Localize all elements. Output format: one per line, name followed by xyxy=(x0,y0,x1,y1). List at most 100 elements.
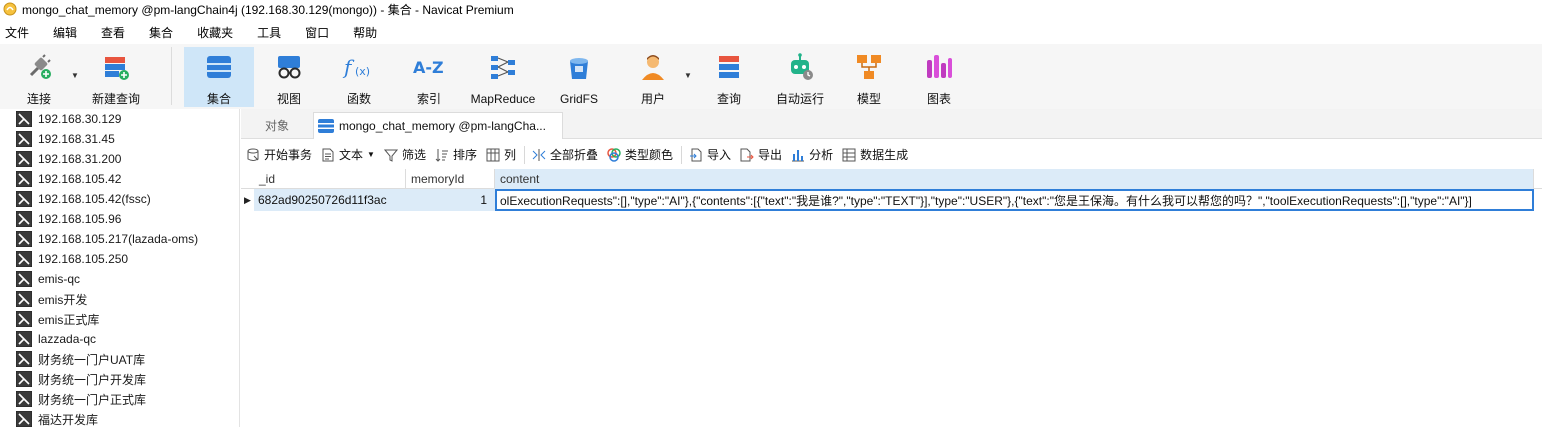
menu-tools[interactable]: 工具 xyxy=(252,24,293,41)
connection-item[interactable]: 192.168.105.217(lazada-oms) xyxy=(0,229,239,249)
sort-button[interactable]: 排序 xyxy=(434,146,477,163)
connection-item[interactable]: emis开发 xyxy=(0,289,239,309)
automation-button[interactable]: 自动运行 xyxy=(770,47,830,107)
data-generation-label: 数据生成 xyxy=(860,148,909,162)
connection-item-label: 192.168.31.45 xyxy=(38,132,115,146)
new-query-button[interactable]: 新建查询 xyxy=(88,47,144,107)
svg-text:(x): (x) xyxy=(355,65,370,78)
model-icon xyxy=(852,51,886,83)
collection-toolbar: 开始事务 文本 ▼ 筛选 排序 列 全部折叠 类型颜色 导入 导出 分析 数据生… xyxy=(241,140,1542,169)
text-view-button[interactable]: 文本 ▼ xyxy=(320,146,375,163)
column-header-content-label: content xyxy=(500,172,540,186)
tab-collection-label: mongo_chat_memory @pm-langCha... xyxy=(339,119,546,133)
automation-label: 自动运行 xyxy=(775,92,824,106)
connection-item-label: 192.168.105.42 xyxy=(38,172,122,186)
tab-objects[interactable]: 对象 xyxy=(241,112,313,139)
mongodb-connection-icon xyxy=(16,211,32,227)
menu-favorites[interactable]: 收藏夹 xyxy=(192,24,245,41)
data-generation-button[interactable]: 数据生成 xyxy=(841,146,908,163)
current-row-marker-icon: ▶ xyxy=(244,194,251,205)
collapse-icon xyxy=(531,147,547,163)
menu-edit[interactable]: 编辑 xyxy=(48,24,89,41)
user-label: 用户 xyxy=(640,92,665,106)
grid-header: _id memoryId content xyxy=(241,169,1542,189)
tab-objects-label: 对象 xyxy=(264,119,289,133)
robot-icon xyxy=(783,51,817,83)
connection-item[interactable]: 192.168.31.200 xyxy=(0,149,239,169)
user-dropdown-arrow-icon[interactable]: ▼ xyxy=(684,71,692,80)
mongodb-connection-icon xyxy=(16,251,32,267)
plug-icon xyxy=(22,51,56,83)
query-icon xyxy=(712,51,746,83)
connection-item-label: 财务统一门户正式库 xyxy=(38,392,147,407)
color-circles-icon xyxy=(606,147,622,163)
analyze-button[interactable]: 分析 xyxy=(790,146,833,163)
connection-item[interactable]: lazzada-qc xyxy=(0,329,239,349)
collection-button[interactable]: 集合 xyxy=(184,47,254,107)
mongodb-connection-icon xyxy=(16,171,32,187)
column-header-memoryid[interactable]: memoryId xyxy=(406,169,495,189)
table-row[interactable]: ▶ 682ad90250726d11f3ac 1 olExecutionRequ… xyxy=(241,189,1542,211)
connection-item-label: 192.168.30.129 xyxy=(38,112,122,126)
view-button[interactable]: 视图 xyxy=(264,47,314,107)
mongodb-connection-icon xyxy=(16,351,32,367)
mongodb-connection-icon xyxy=(16,131,32,147)
column-header-id[interactable]: _id xyxy=(254,169,406,189)
connect-button[interactable]: 连接 xyxy=(17,47,61,107)
cell-id[interactable]: 682ad90250726d11f3ac xyxy=(254,189,406,211)
menu-file[interactable]: 文件 xyxy=(0,24,41,41)
connection-item[interactable]: 财务统一门户UAT库 xyxy=(0,349,239,369)
query-button[interactable]: 查询 xyxy=(704,47,754,107)
import-button[interactable]: 导入 xyxy=(688,146,731,163)
filter-button[interactable]: 筛选 xyxy=(383,146,426,163)
connect-dropdown-arrow-icon[interactable]: ▼ xyxy=(71,71,79,80)
cell-content-editing[interactable]: olExecutionRequests":[],"type":"AI"},{"c… xyxy=(495,189,1534,211)
toolbar-divider xyxy=(681,145,683,164)
columns-label: 列 xyxy=(503,148,516,162)
mapreduce-label: MapReduce xyxy=(470,92,536,106)
svg-text:f: f xyxy=(342,55,355,79)
gridfs-button[interactable]: GridFS xyxy=(554,47,604,107)
chart-button[interactable]: 图表 xyxy=(914,47,964,107)
connection-item[interactable]: 192.168.105.42 xyxy=(0,169,239,189)
connection-item[interactable]: 192.168.31.45 xyxy=(0,129,239,149)
text-dropdown-arrow-icon[interactable]: ▼ xyxy=(367,150,375,159)
import-icon xyxy=(688,147,704,163)
column-header-content[interactable]: content xyxy=(495,169,1534,189)
column-header-memoryid-label: memoryId xyxy=(411,172,465,186)
model-button[interactable]: 模型 xyxy=(844,47,894,107)
user-button[interactable]: 用户 xyxy=(628,47,678,107)
columns-grid-icon xyxy=(485,147,501,163)
connection-item[interactable]: 财务统一门户正式库 xyxy=(0,389,239,409)
index-button[interactable]: A-Z 索引 xyxy=(404,47,454,107)
collapse-all-label: 全部折叠 xyxy=(550,148,599,162)
begin-transaction-button[interactable]: 开始事务 xyxy=(245,146,312,163)
document-grid: _id memoryId content ▶ 682ad90250726d11f… xyxy=(241,169,1542,427)
connection-item[interactable]: 财务统一门户开发库 xyxy=(0,369,239,389)
connection-item[interactable]: 192.168.30.129 xyxy=(0,109,239,129)
type-color-button[interactable]: 类型颜色 xyxy=(606,146,673,163)
navicat-logo-icon xyxy=(3,2,17,16)
export-button[interactable]: 导出 xyxy=(739,146,782,163)
menu-view[interactable]: 查看 xyxy=(96,24,137,41)
mongodb-connection-icon xyxy=(16,291,32,307)
connection-item[interactable]: emis正式库 xyxy=(0,309,239,329)
analyze-bars-icon xyxy=(790,147,806,163)
connection-item[interactable]: 192.168.105.42(fssc) xyxy=(0,189,239,209)
menu-help[interactable]: 帮助 xyxy=(348,24,389,41)
cell-memoryid[interactable]: 1 xyxy=(406,189,495,211)
view-label: 视图 xyxy=(276,92,301,106)
mapreduce-icon xyxy=(486,51,520,85)
menu-window[interactable]: 窗口 xyxy=(300,24,341,41)
connection-item[interactable]: emis-qc xyxy=(0,269,239,289)
connection-item[interactable]: 192.168.105.250 xyxy=(0,249,239,269)
function-button[interactable]: f (x) 函数 xyxy=(334,47,384,107)
collapse-all-button[interactable]: 全部折叠 xyxy=(531,146,598,163)
menu-collection[interactable]: 集合 xyxy=(144,24,185,41)
mapreduce-button[interactable]: MapReduce xyxy=(466,47,540,107)
connection-item[interactable]: 福达开发库 xyxy=(0,409,239,427)
columns-button[interactable]: 列 xyxy=(485,146,516,163)
tab-collection-mongo-chat-memory[interactable]: mongo_chat_memory @pm-langCha... xyxy=(313,112,563,139)
type-color-label: 类型颜色 xyxy=(625,148,674,162)
connection-item[interactable]: 192.168.105.96 xyxy=(0,209,239,229)
